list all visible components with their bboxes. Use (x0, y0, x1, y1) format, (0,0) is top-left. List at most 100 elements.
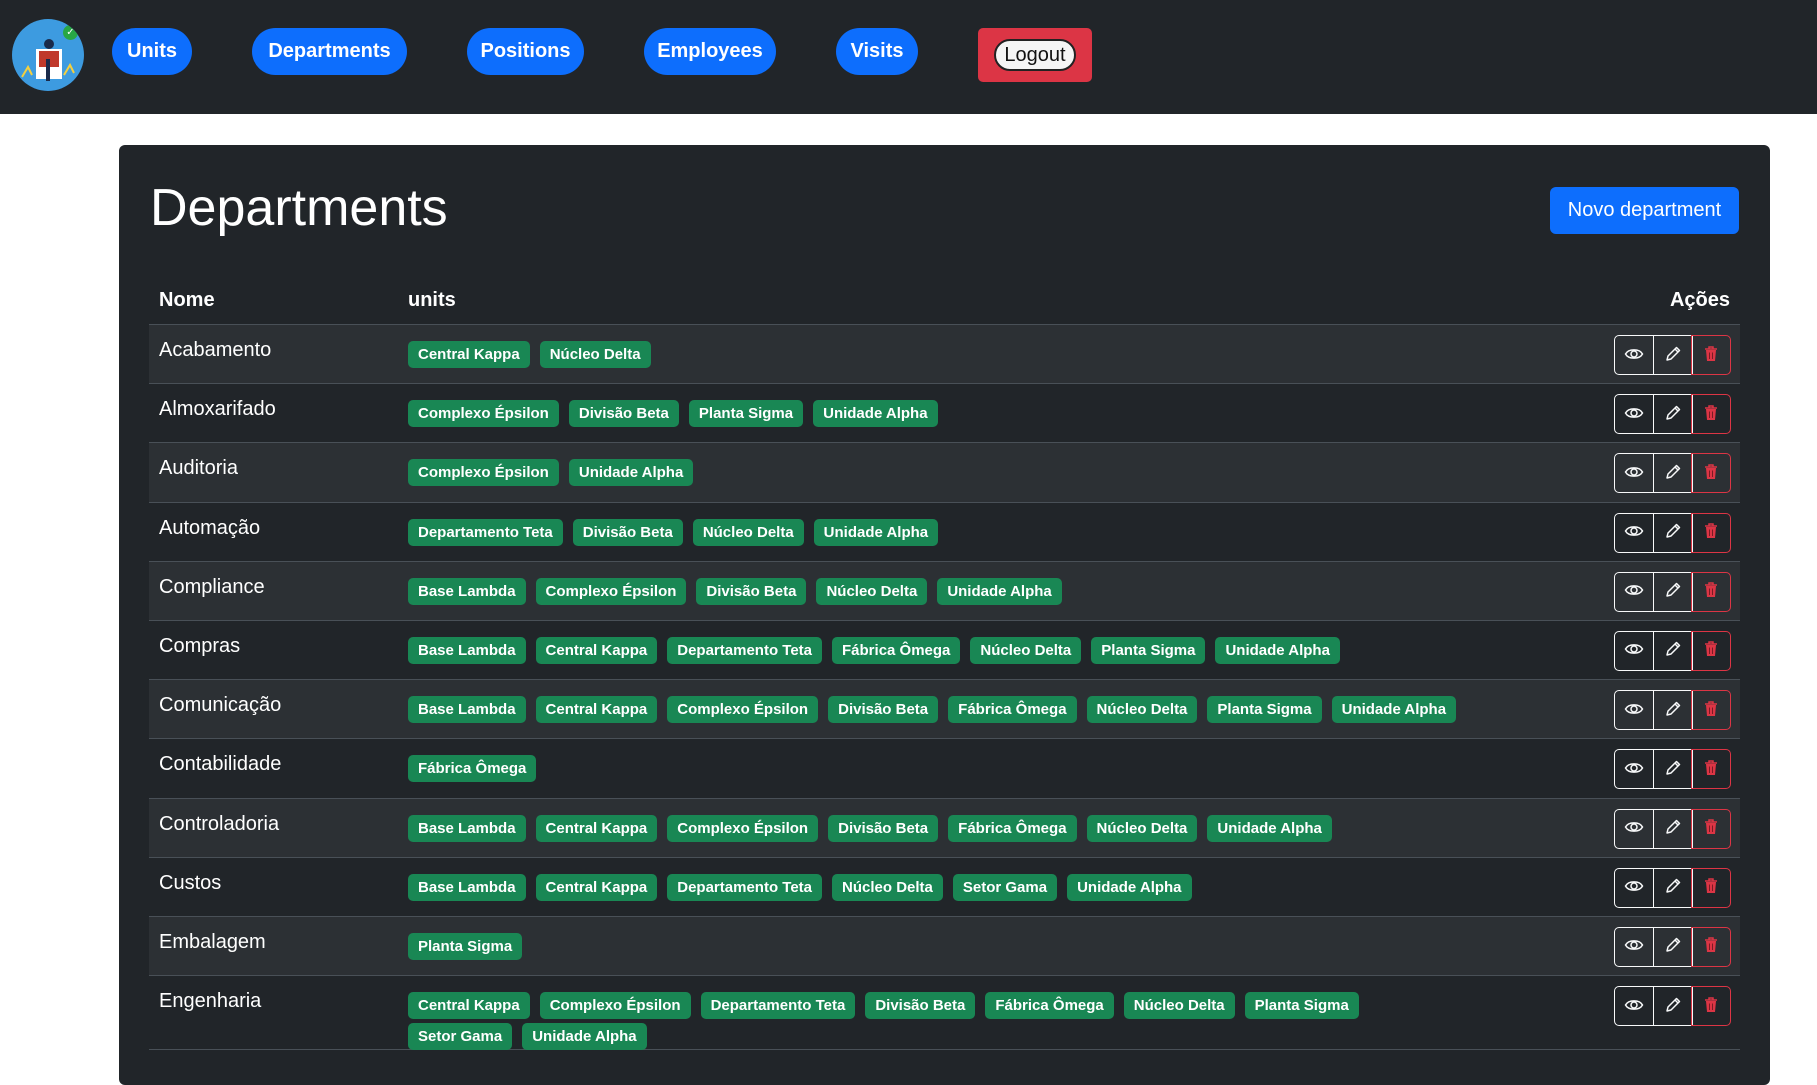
trash-icon (1703, 640, 1719, 661)
edit-button[interactable] (1652, 867, 1693, 908)
unit-badge: Departamento Teta (700, 992, 856, 1020)
edit-button[interactable] (1652, 453, 1693, 494)
view-button[interactable] (1614, 986, 1654, 1027)
view-button[interactable] (1614, 926, 1654, 967)
department-name: Acabamento (159, 339, 272, 361)
new-department-button[interactable]: Novo department (1550, 187, 1739, 234)
unit-badge: Unidade Alpha (522, 1023, 647, 1051)
row-actions (1614, 394, 1731, 435)
unit-badge: Divisão Beta (865, 992, 976, 1020)
delete-button[interactable] (1691, 808, 1731, 849)
view-button[interactable] (1614, 867, 1654, 908)
edit-button[interactable] (1652, 571, 1693, 612)
edit-button[interactable] (1652, 690, 1693, 731)
delete-button[interactable] (1691, 986, 1731, 1027)
nav-employees[interactable]: Employees (644, 28, 776, 75)
view-button[interactable] (1614, 453, 1654, 494)
unit-badges: Planta Sigma (408, 932, 1468, 960)
unit-badge: Núcleo Delta (539, 341, 651, 368)
header-actions: Ações (1669, 289, 1730, 311)
delete-button[interactable] (1691, 867, 1731, 908)
unit-badge: Divisão Beta (828, 696, 939, 724)
nav-visits[interactable]: Visits (836, 28, 918, 75)
unit-badge: Complexo Épsilon (408, 400, 559, 428)
trash-icon (1703, 818, 1719, 839)
view-button[interactable] (1614, 571, 1654, 612)
edit-button[interactable] (1652, 926, 1693, 967)
unit-badge: Fábrica Ômega (948, 696, 1077, 724)
logout-button[interactable]: Logout (994, 39, 1076, 71)
view-button[interactable] (1614, 335, 1654, 375)
navbar: ✓ Units Departments Positions Employees … (0, 0, 1817, 114)
unit-badge: Central Kappa (535, 873, 658, 901)
unit-badge: Base Lambda (408, 636, 526, 664)
unit-badge: Central Kappa (408, 341, 530, 368)
unit-badge: Complexo Épsilon (408, 459, 559, 487)
delete-button[interactable] (1691, 453, 1731, 494)
unit-badges: Central Kappa Complexo Épsilon Departament… (408, 992, 1468, 1051)
pencil-icon (1664, 463, 1682, 484)
unit-badge: Unidade Alpha (1215, 636, 1340, 664)
unit-badge: Núcleo Delta (1086, 814, 1198, 842)
trash-icon (1703, 404, 1719, 425)
unit-badge: Núcleo Delta (832, 873, 943, 901)
unit-badges: Complexo Épsilon Divisão Beta Planta Sigma… (408, 400, 1468, 428)
nav-positions[interactable]: Positions (467, 28, 584, 75)
view-button[interactable] (1614, 690, 1654, 731)
view-button[interactable] (1614, 512, 1654, 553)
header-units: units (408, 289, 456, 311)
table-row: Custos Base Lambda Central Kappa Departamen… (149, 858, 1740, 917)
edit-button[interactable] (1652, 512, 1693, 553)
delete-button[interactable] (1691, 512, 1731, 553)
nav-units[interactable]: Units (112, 28, 192, 75)
row-actions (1614, 808, 1731, 849)
view-button[interactable] (1614, 630, 1654, 671)
table-row: Almoxarifado Complexo Épsilon Divisão Beta… (149, 384, 1740, 444)
unit-badge: Divisão Beta (568, 400, 679, 428)
row-actions (1614, 335, 1731, 375)
unit-badges: Fábrica Ômega (408, 755, 1468, 783)
view-button[interactable] (1614, 749, 1654, 790)
row-actions (1614, 986, 1731, 1027)
department-name: Compliance (159, 575, 265, 598)
pencil-icon (1664, 700, 1682, 721)
unit-badge: Unidade Alpha (1067, 873, 1192, 901)
department-name: Engenharia (159, 990, 262, 1013)
delete-button[interactable] (1691, 926, 1731, 967)
view-button[interactable] (1614, 808, 1654, 849)
delete-button[interactable] (1691, 630, 1731, 671)
eye-icon (1624, 876, 1644, 899)
unit-badge: Departamento Teta (408, 518, 563, 546)
delete-button[interactable] (1691, 690, 1731, 731)
eye-icon (1624, 580, 1644, 603)
unit-badges: Base Lambda Central Kappa Complexo Épsilon… (408, 696, 1468, 724)
table-row: Embalagem Planta Sigma (149, 916, 1740, 977)
unit-badge: Fábrica Ômega (832, 636, 961, 664)
edit-button[interactable] (1652, 335, 1693, 375)
delete-button[interactable] (1691, 749, 1731, 790)
nav-departments[interactable]: Departments (252, 28, 407, 75)
view-button[interactable] (1614, 394, 1654, 435)
delete-button[interactable] (1691, 394, 1731, 435)
table-row: Engenharia Central Kappa Complexo Épsilon D… (149, 976, 1740, 1051)
app-logo[interactable]: ✓ (12, 19, 84, 91)
unit-badge: Complexo Épsilon (539, 992, 691, 1020)
unit-badge: Planta Sigma (408, 932, 523, 960)
delete-button[interactable] (1691, 571, 1731, 612)
department-name: Compras (159, 634, 241, 657)
delete-button[interactable] (1691, 335, 1731, 375)
department-name: Comunicação (159, 694, 282, 717)
table-row: Automação Departamento Teta Divisão Beta Nú… (149, 503, 1740, 562)
edit-button[interactable] (1652, 808, 1693, 849)
edit-button[interactable] (1652, 749, 1693, 790)
edit-button[interactable] (1652, 630, 1693, 671)
table-row: Contabilidade Fábrica Ômega (149, 739, 1740, 799)
pencil-icon (1664, 581, 1682, 602)
department-name: Custos (159, 871, 222, 894)
unit-badge: Núcleo Delta (1123, 992, 1235, 1020)
eye-icon (1624, 403, 1644, 426)
department-name: Automação (159, 516, 261, 539)
edit-button[interactable] (1652, 394, 1693, 435)
unit-badge: Núcleo Delta (816, 577, 928, 605)
edit-button[interactable] (1652, 986, 1693, 1027)
